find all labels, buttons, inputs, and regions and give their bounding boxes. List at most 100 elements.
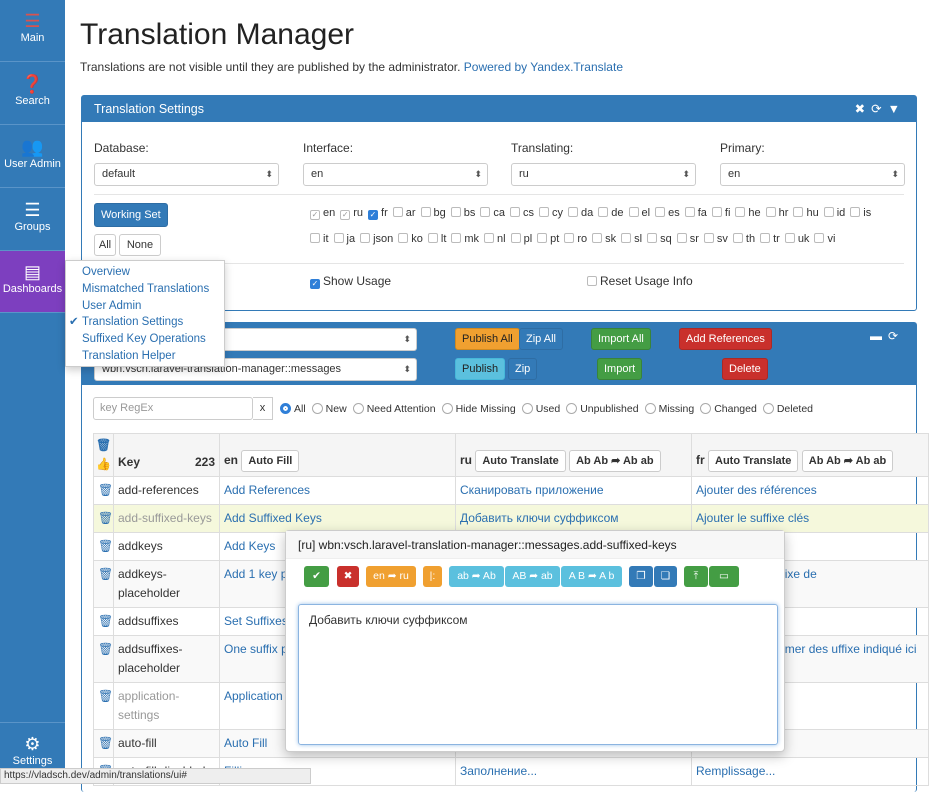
select-all-button[interactable]: All [94, 234, 116, 256]
filter-new[interactable]: New [311, 403, 347, 415]
menu-item-mismatched-translations[interactable]: Mismatched Translations [66, 281, 224, 298]
zip-all-button[interactable]: Zip All [519, 328, 563, 350]
lang-checkbox-cs[interactable]: cs [510, 207, 534, 219]
trash-icon[interactable]: 🗑 [98, 567, 113, 581]
lang-checkbox-fi[interactable]: fi [711, 207, 730, 219]
sidebar-item-main[interactable]: ☰ Main [0, 0, 65, 62]
auto-translate-ru-button[interactable]: Auto Translate [475, 450, 566, 472]
lang-checkbox-sr[interactable]: sr [676, 233, 699, 245]
trash-icon[interactable]: 🗑 [98, 642, 113, 656]
lang-checkbox-de[interactable]: de [598, 207, 624, 219]
cancel-x-icon[interactable]: ✖ [337, 566, 359, 587]
lang-checkbox-is[interactable]: is [850, 207, 871, 219]
sidebar-item-groups[interactable]: ☰ Groups [0, 189, 65, 251]
lang-checkbox-ca[interactable]: ca [480, 207, 505, 219]
en-translation-link[interactable]: Set Suffixes [224, 614, 288, 628]
lang-checkbox-ro[interactable]: ro [564, 233, 587, 245]
lang-checkbox-en[interactable]: ✓ en [310, 207, 335, 220]
translation-textarea[interactable]: Добавить ключи суффиксом [298, 604, 778, 745]
publish-all-button[interactable]: Publish All [455, 328, 520, 350]
lang-checkbox-bs[interactable]: bs [450, 207, 475, 219]
case-AB-button[interactable]: AB ➦ ab [505, 566, 560, 587]
lang-checkbox-he[interactable]: he [735, 207, 761, 219]
yandex-link[interactable]: Powered by Yandex.Translate [464, 60, 623, 74]
filter-used[interactable]: Used [521, 403, 560, 415]
add-references-button[interactable]: Add References [679, 328, 772, 350]
menu-item-translation-settings[interactable]: ✔ Translation Settings [66, 314, 224, 331]
ru-translation-link[interactable]: Добавить ключи суффиксом [460, 511, 619, 525]
lang-checkbox-es[interactable]: es [655, 207, 680, 219]
sidebar-item-user-admin[interactable]: 👥 User Admin [0, 126, 65, 188]
lang-checkbox-th[interactable]: th [732, 233, 755, 245]
collapse-icon[interactable]: ▼ [888, 102, 906, 116]
filter-changed[interactable]: Changed [700, 403, 757, 415]
lang-checkbox-it[interactable]: it [310, 233, 329, 245]
lang-checkbox-pt[interactable]: pt [537, 233, 559, 245]
en-translation-link[interactable]: Auto Fill [224, 736, 267, 750]
lang-checkbox-sv[interactable]: sv [703, 233, 728, 245]
lang-checkbox-el[interactable]: el [628, 207, 650, 219]
trash-icon[interactable]: 🗑 [96, 436, 111, 455]
filter-need-attention[interactable]: Need Attention [352, 403, 436, 415]
menu-item-translation-helper[interactable]: Translation Helper [66, 348, 224, 365]
sidebar-item-dashboards[interactable]: ▤ Dashboards [0, 251, 65, 313]
working-set-button[interactable]: Working Set [94, 203, 168, 227]
select-none-button[interactable]: None [119, 234, 161, 256]
auto-fill-button[interactable]: Auto Fill [241, 450, 300, 472]
lang-checkbox-nl[interactable]: nl [484, 233, 506, 245]
show-usage-checkbox[interactable]: ✓ Show Usage [310, 274, 391, 289]
lang-checkbox-ar[interactable]: ar [392, 207, 416, 219]
trash-icon[interactable]: 🗑 [98, 483, 113, 497]
upload-icon[interactable]: ⤒ [684, 566, 708, 587]
lang-checkbox-vi[interactable]: vi [814, 233, 835, 245]
filter-missing[interactable]: Missing [644, 403, 694, 415]
ru-translation-link[interactable]: Сканировать приложение [460, 483, 604, 497]
primary-select[interactable]: en [720, 163, 905, 186]
lang-checkbox-fa[interactable]: fa [684, 207, 707, 219]
case-ab-button[interactable]: ab ➦ Ab [449, 566, 504, 587]
lang-checkbox-ja[interactable]: ja [333, 233, 355, 245]
lang-checkbox-json[interactable]: json [360, 233, 393, 245]
filter-all[interactable]: All [280, 403, 306, 415]
thumbs-up-icon[interactable]: 👍 [96, 455, 111, 474]
en-translation-link[interactable]: Add Suffixed Keys [224, 511, 322, 525]
publish-button[interactable]: Publish [455, 358, 506, 380]
lang-checkbox-hu[interactable]: hu [793, 207, 819, 219]
lang-checkbox-sl[interactable]: sl [621, 233, 642, 245]
lang-checkbox-mk[interactable]: mk [451, 233, 479, 245]
interface-select[interactable]: en [303, 163, 488, 186]
refresh-icon[interactable]: ⟳ [871, 102, 887, 116]
key-regex-input[interactable]: key RegEx [93, 397, 253, 420]
ru-translation-link[interactable]: Заполнение... [460, 764, 537, 778]
en-translation-link[interactable]: Add 1 key pe [224, 567, 294, 581]
lang-checkbox-hr[interactable]: hr [765, 207, 788, 219]
lang-checkbox-bg[interactable]: bg [420, 207, 446, 219]
sidebar-item-search[interactable]: ❓ Search [0, 63, 65, 125]
filter-deleted[interactable]: Deleted [762, 403, 813, 415]
lang-checkbox-id[interactable]: id [823, 207, 845, 219]
fr-translation-link[interactable]: Ajouter des références [696, 483, 817, 497]
translate-en-ru-button[interactable]: en ➦ ru [366, 566, 416, 587]
keyboard-icon[interactable]: ▭ [709, 566, 739, 587]
translating-select[interactable]: ru [511, 163, 696, 186]
trash-icon[interactable]: 🗑 [98, 736, 113, 750]
menu-item-overview[interactable]: Overview [66, 264, 224, 281]
case-ru-button[interactable]: Ab Ab ➦ Ab ab [569, 450, 661, 472]
lang-checkbox-sq[interactable]: sq [647, 233, 672, 245]
delete-button[interactable]: Delete [722, 358, 768, 380]
fr-translation-link[interactable]: Ajouter le suffixe clés [696, 511, 809, 525]
database-select[interactable]: default [94, 163, 279, 186]
trash-icon[interactable]: 🗑 [98, 511, 113, 525]
case-spaced-button[interactable]: A B ➦ A b [561, 566, 622, 587]
filter-hide-missing[interactable]: Hide Missing [441, 403, 516, 415]
copy-icon[interactable]: ❐ [629, 566, 653, 587]
minimize-icon[interactable]: ▬ [870, 329, 888, 343]
import-all-button[interactable]: Import All [591, 328, 651, 350]
refresh-icon[interactable]: ⟳ [888, 329, 904, 343]
lang-checkbox-ko[interactable]: ko [398, 233, 423, 245]
lang-checkbox-cy[interactable]: cy [539, 207, 563, 219]
import-button[interactable]: Import [597, 358, 643, 380]
trash-icon[interactable]: 🗑 [98, 539, 113, 553]
menu-item-suffixed-key-operations[interactable]: Suffixed Key Operations [66, 331, 224, 348]
reset-usage-checkbox[interactable]: Reset Usage Info [587, 274, 693, 288]
